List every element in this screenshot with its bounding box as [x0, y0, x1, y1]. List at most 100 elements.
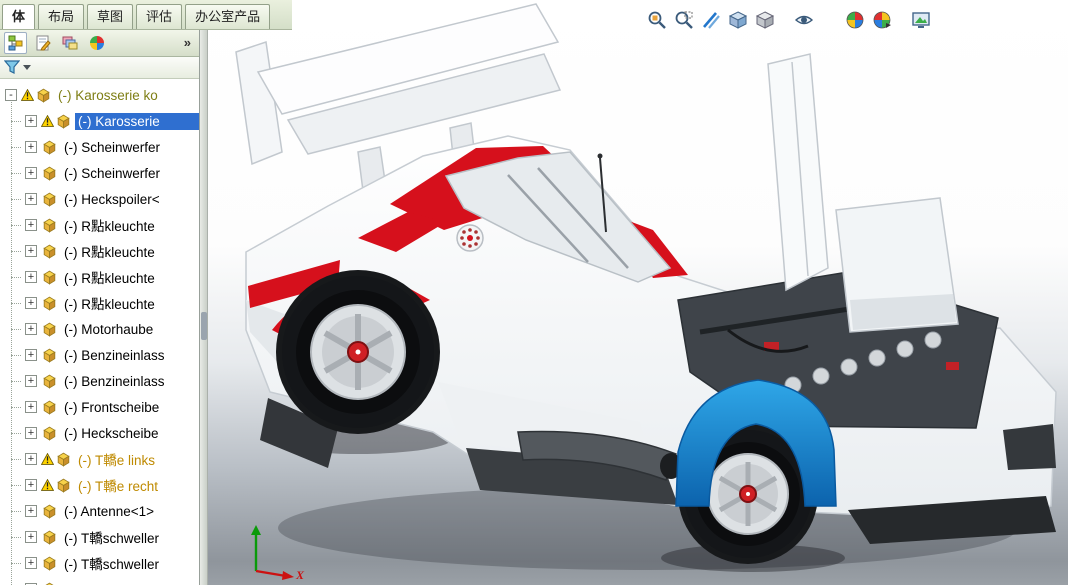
command-tab[interactable]: 办公室产品	[185, 4, 270, 29]
display-style-icon[interactable]	[751, 8, 778, 31]
panel-splitter[interactable]	[200, 30, 208, 585]
part-icon	[41, 399, 58, 416]
tree-item-label: (-) R點kleuchte	[61, 292, 158, 314]
edit-appearance-icon[interactable]	[841, 8, 868, 31]
expander-icon[interactable]: +	[25, 349, 37, 361]
expander-icon[interactable]: +	[25, 505, 37, 517]
expander-icon[interactable]: +	[25, 271, 37, 283]
tree-item-label: (-) Scheinwerfer	[61, 165, 163, 182]
part-icon	[41, 373, 58, 390]
displaymanager-icon[interactable]	[85, 32, 108, 54]
hide-show-items-icon[interactable]	[790, 8, 817, 31]
graphics-viewport[interactable]: X	[208, 0, 1068, 585]
tree-item[interactable]: +	[0, 576, 199, 585]
rear-wheel[interactable]	[276, 270, 440, 434]
tree-item[interactable]: + (-) T轎e links	[0, 446, 199, 472]
part-icon	[41, 295, 58, 312]
command-tab[interactable]: 草图	[87, 4, 133, 29]
expander-icon[interactable]: +	[25, 401, 37, 413]
tree-item[interactable]: + (-) Heckspoiler<	[0, 186, 199, 212]
command-tabs: 体 布局 草图 评估 办公室产品	[0, 0, 292, 30]
tree-item[interactable]: + (-) Scheinwerfer	[0, 160, 199, 186]
expander-icon[interactable]: -	[5, 89, 17, 101]
command-tab-label: 办公室产品	[195, 9, 260, 24]
zoom-to-area-icon[interactable]	[670, 8, 697, 31]
expander-icon[interactable]: +	[25, 167, 37, 179]
part-icon	[41, 165, 58, 182]
apply-scene-icon[interactable]	[868, 8, 895, 31]
tree-item[interactable]: + (-) T轎schweller	[0, 550, 199, 576]
tree-item[interactable]: + (-) R點kleuchte	[0, 264, 199, 290]
zoom-to-fit-icon[interactable]	[643, 8, 670, 31]
tree-item[interactable]: + (-) Heckscheibe	[0, 420, 199, 446]
command-tab-label: 体	[12, 9, 25, 24]
expander-icon[interactable]: +	[25, 115, 37, 127]
tree-item-label: (-) R點kleuchte	[61, 266, 158, 288]
expander-icon[interactable]: +	[25, 141, 37, 153]
part-icon	[55, 113, 72, 130]
featuremanager-panel: » - (-) Karosserie ko + (-) Karosserie +	[0, 30, 200, 585]
warning-icon	[41, 479, 54, 491]
door-badge	[457, 225, 483, 251]
tree-item[interactable]: + (-) Motorhaube	[0, 316, 199, 342]
expander-icon[interactable]: +	[25, 193, 37, 205]
expander-icon[interactable]: +	[25, 453, 37, 465]
panel-overflow-chevron[interactable]: »	[184, 35, 195, 52]
section-view-icon[interactable]	[697, 8, 724, 31]
command-tab[interactable]: 评估	[136, 4, 182, 29]
expander-icon[interactable]: +	[25, 375, 37, 387]
part-icon	[41, 347, 58, 364]
view-settings-icon[interactable]	[907, 8, 934, 31]
part-icon	[55, 451, 72, 468]
part-icon	[41, 217, 58, 234]
tree-item[interactable]: + (-) Karosserie	[0, 108, 199, 134]
expander-icon[interactable]: +	[25, 557, 37, 569]
propertymanager-icon[interactable]	[31, 32, 54, 54]
tree-item-label: (-) Benzineinlass	[61, 373, 168, 390]
tree-item[interactable]: + (-) R點kleuchte	[0, 212, 199, 238]
expander-icon[interactable]: +	[25, 323, 37, 335]
part-icon	[41, 269, 58, 286]
tree-item[interactable]: - (-) Karosserie ko	[0, 82, 199, 108]
tree-item[interactable]: + (-) T轎schweller	[0, 524, 199, 550]
expander-icon[interactable]: +	[25, 219, 37, 231]
expander-icon[interactable]: +	[25, 245, 37, 257]
part-icon	[41, 425, 58, 442]
headsup-view-toolbar	[643, 8, 934, 31]
filter-funnel-icon[interactable]	[4, 60, 20, 75]
tree-item[interactable]: + (-) Frontscheibe	[0, 394, 199, 420]
part-icon	[41, 321, 58, 338]
tree-item-label: (-) Frontscheibe	[61, 399, 162, 416]
warning-icon	[41, 453, 54, 465]
tree-item[interactable]: + (-) R點kleuchte	[0, 290, 199, 316]
part-icon	[55, 477, 72, 494]
orientation-triad: X	[234, 519, 306, 581]
view-orientation-icon[interactable]	[724, 8, 751, 31]
triad-x-label: X	[295, 568, 305, 581]
filter-caret-icon[interactable]	[23, 65, 31, 70]
splitter-grip[interactable]	[201, 312, 207, 340]
tree-item[interactable]: + (-) Benzineinlass	[0, 342, 199, 368]
command-tab[interactable]: 体	[2, 4, 35, 29]
tree-item-label: (-) R點kleuchte	[61, 214, 158, 236]
car-model[interactable]	[208, 0, 1068, 585]
expander-icon[interactable]: +	[25, 427, 37, 439]
tree-item-label: (-) T轎schweller	[61, 552, 162, 574]
part-icon	[41, 503, 58, 520]
tree-item-label: (-) Antenne<1>	[61, 503, 157, 520]
part-icon	[41, 243, 58, 260]
tree-item[interactable]: + (-) R點kleuchte	[0, 238, 199, 264]
expander-icon[interactable]: +	[25, 531, 37, 543]
command-tab[interactable]: 布局	[38, 4, 84, 29]
tree-item[interactable]: + (-) Antenne<1>	[0, 498, 199, 524]
part-icon	[41, 555, 58, 572]
tree-item[interactable]: + (-) Scheinwerfer	[0, 134, 199, 160]
expander-icon[interactable]: +	[25, 297, 37, 309]
tree-item[interactable]: + (-) T轎e recht	[0, 472, 199, 498]
tree-item-label: (-) Karosserie	[75, 113, 199, 130]
featuremanager-tree-icon[interactable]	[4, 32, 27, 54]
part-icon	[41, 139, 58, 156]
configurationmanager-icon[interactable]	[58, 32, 81, 54]
tree-item[interactable]: + (-) Benzineinlass	[0, 368, 199, 394]
expander-icon[interactable]: +	[25, 479, 37, 491]
